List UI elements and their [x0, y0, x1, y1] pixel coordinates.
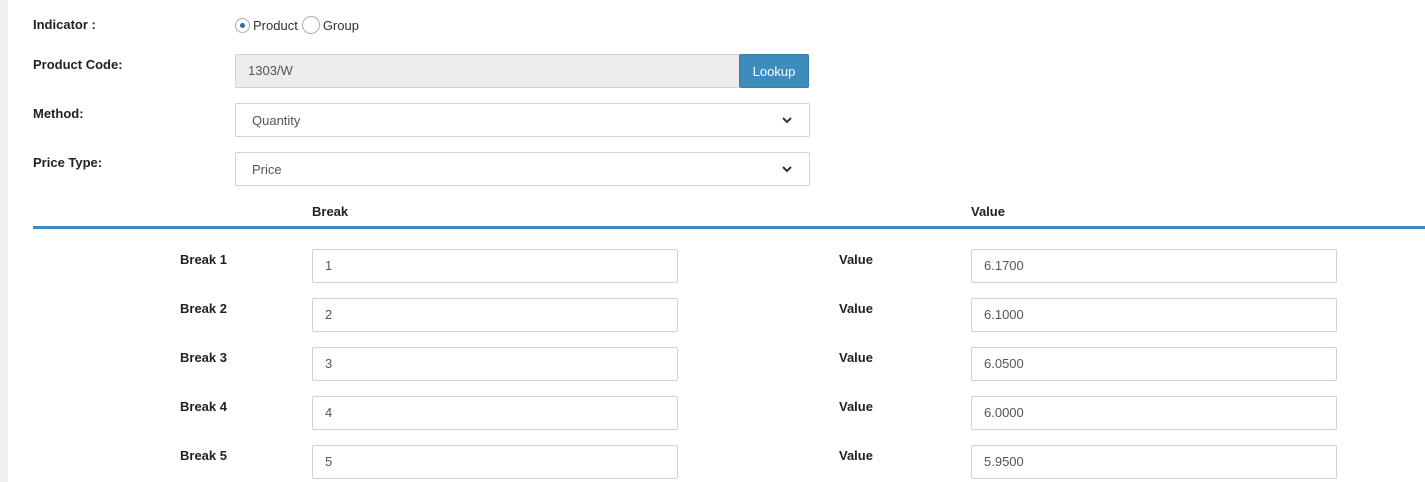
header-divider [33, 226, 1425, 229]
value-input[interactable]: 5.9500 [971, 445, 1337, 479]
break-label: Break 5 [180, 448, 227, 463]
price-type-select[interactable]: Price [235, 152, 810, 186]
radio-label-product: Product [253, 17, 298, 33]
indicator-label: Indicator : [33, 17, 96, 32]
value-input[interactable]: 6.1700 [971, 249, 1337, 283]
radio-checked-icon[interactable] [235, 17, 250, 33]
break-input[interactable]: 3 [312, 347, 678, 381]
break-label: Break 4 [180, 399, 227, 414]
break-label: Break 1 [180, 252, 227, 267]
method-select[interactable]: Quantity [235, 103, 810, 137]
radio-label-group: Group [322, 17, 359, 33]
break-label: Break 2 [180, 301, 227, 316]
chevron-down-icon [781, 114, 793, 126]
value-label: Value [839, 448, 873, 463]
indicator-radio-group-option[interactable]: Group [300, 16, 359, 34]
value-input[interactable]: 6.0500 [971, 347, 1337, 381]
radio-unchecked-icon[interactable] [301, 16, 320, 34]
value-label: Value [839, 301, 873, 316]
price-type-label: Price Type: [33, 155, 103, 170]
lookup-button[interactable]: Lookup [739, 54, 809, 88]
break-input[interactable]: 2 [312, 298, 678, 332]
value-input[interactable]: 6.1000 [971, 298, 1337, 332]
value-input[interactable]: 6.0000 [971, 396, 1337, 430]
method-selected-value: Quantity [252, 112, 301, 128]
value-label: Value [839, 350, 873, 365]
indicator-radio-product[interactable]: Product [235, 17, 298, 33]
break-input[interactable]: 1 [312, 249, 678, 283]
indicator-radio-group: Product Group [235, 15, 361, 35]
break-input[interactable]: 4 [312, 396, 678, 430]
method-label: Method: [33, 106, 84, 121]
value-label: Value [839, 399, 873, 414]
value-label: Value [839, 252, 873, 267]
price-type-selected-value: Price [252, 161, 282, 177]
chevron-down-icon [781, 163, 793, 175]
break-column-header: Break [312, 204, 349, 219]
left-sidebar-edge [0, 0, 8, 482]
break-label: Break 3 [180, 350, 227, 365]
break-input[interactable]: 5 [312, 445, 678, 479]
value-column-header: Value [971, 204, 1005, 219]
product-code-field[interactable]: 1303/W [235, 54, 740, 88]
product-code-label: Product Code: [33, 57, 123, 72]
